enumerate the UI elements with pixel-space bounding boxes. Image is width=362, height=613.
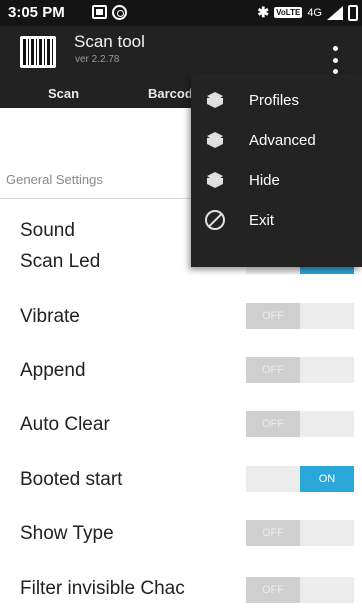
section-header: General Settings — [6, 172, 103, 187]
menu-item-label: Advanced — [249, 131, 316, 149]
menu-item-label: Exit — [249, 211, 275, 229]
menu-item-exit[interactable]: Exit — [191, 200, 362, 240]
filter-invisible-toggle-state: OFF — [246, 577, 300, 603]
show-type-toggle-state: OFF — [246, 520, 300, 546]
overflow-menu-icon[interactable] — [330, 46, 340, 74]
bluetooth-icon: ✱ — [257, 4, 270, 20]
setting-show-type-label: Show Type — [20, 523, 114, 544]
setting-scan-led-label: Scan Led — [20, 251, 101, 272]
setting-filter-invisible-label: Filter invisible Chac — [20, 578, 185, 599]
menu-item-hide[interactable]: Hide — [191, 160, 362, 200]
cube-icon — [205, 90, 225, 110]
vibrate-toggle[interactable]: OFF — [246, 303, 354, 329]
auto-clear-toggle-state: OFF — [246, 411, 300, 437]
network-type: 4G — [307, 6, 322, 19]
tab-barcode[interactable]: Barcode — [148, 86, 193, 101]
cube-icon — [205, 130, 225, 150]
vibrate-toggle-state: OFF — [246, 303, 300, 329]
status-right-icons: ✱ VoLTE 4G — [257, 4, 358, 21]
signal-icon — [327, 5, 343, 20]
status-bar: 3:05 PM ✱ VoLTE 4G — [0, 0, 362, 26]
setting-vibrate-label: Vibrate — [20, 306, 80, 327]
sync-icon — [112, 5, 127, 20]
booted-start-toggle[interactable]: ON — [246, 466, 354, 492]
filter-invisible-toggle[interactable]: OFF — [246, 577, 354, 603]
overflow-menu: Profiles Advanced Hide Exit — [191, 74, 362, 267]
app-version: ver 2.2.78 — [75, 54, 120, 65]
screenshot-icon — [92, 5, 107, 19]
barcode-logo-icon — [20, 36, 56, 68]
setting-auto-clear-label: Auto Clear — [20, 414, 110, 435]
battery-icon — [348, 4, 358, 21]
menu-item-label: Profiles — [249, 91, 300, 109]
menu-item-advanced[interactable]: Advanced — [191, 120, 362, 160]
setting-booted-start-label: Booted start — [20, 469, 123, 490]
show-type-toggle[interactable]: OFF — [246, 520, 354, 546]
setting-sound-label: Sound — [20, 220, 75, 241]
status-left-icons — [92, 5, 127, 20]
tab-scan[interactable]: Scan — [48, 86, 79, 101]
setting-append-label: Append — [20, 360, 86, 381]
block-icon — [205, 210, 225, 230]
append-toggle-state: OFF — [246, 357, 300, 383]
cube-icon — [205, 170, 225, 190]
append-toggle[interactable]: OFF — [246, 357, 354, 383]
menu-item-profiles[interactable]: Profiles — [191, 80, 362, 120]
auto-clear-toggle[interactable]: OFF — [246, 411, 354, 437]
status-time: 3:05 PM — [8, 4, 65, 21]
booted-start-toggle-state: ON — [300, 466, 354, 492]
menu-item-label: Hide — [249, 171, 280, 189]
app-title: Scan tool — [74, 32, 145, 51]
volte-badge: VoLTE — [274, 7, 303, 18]
